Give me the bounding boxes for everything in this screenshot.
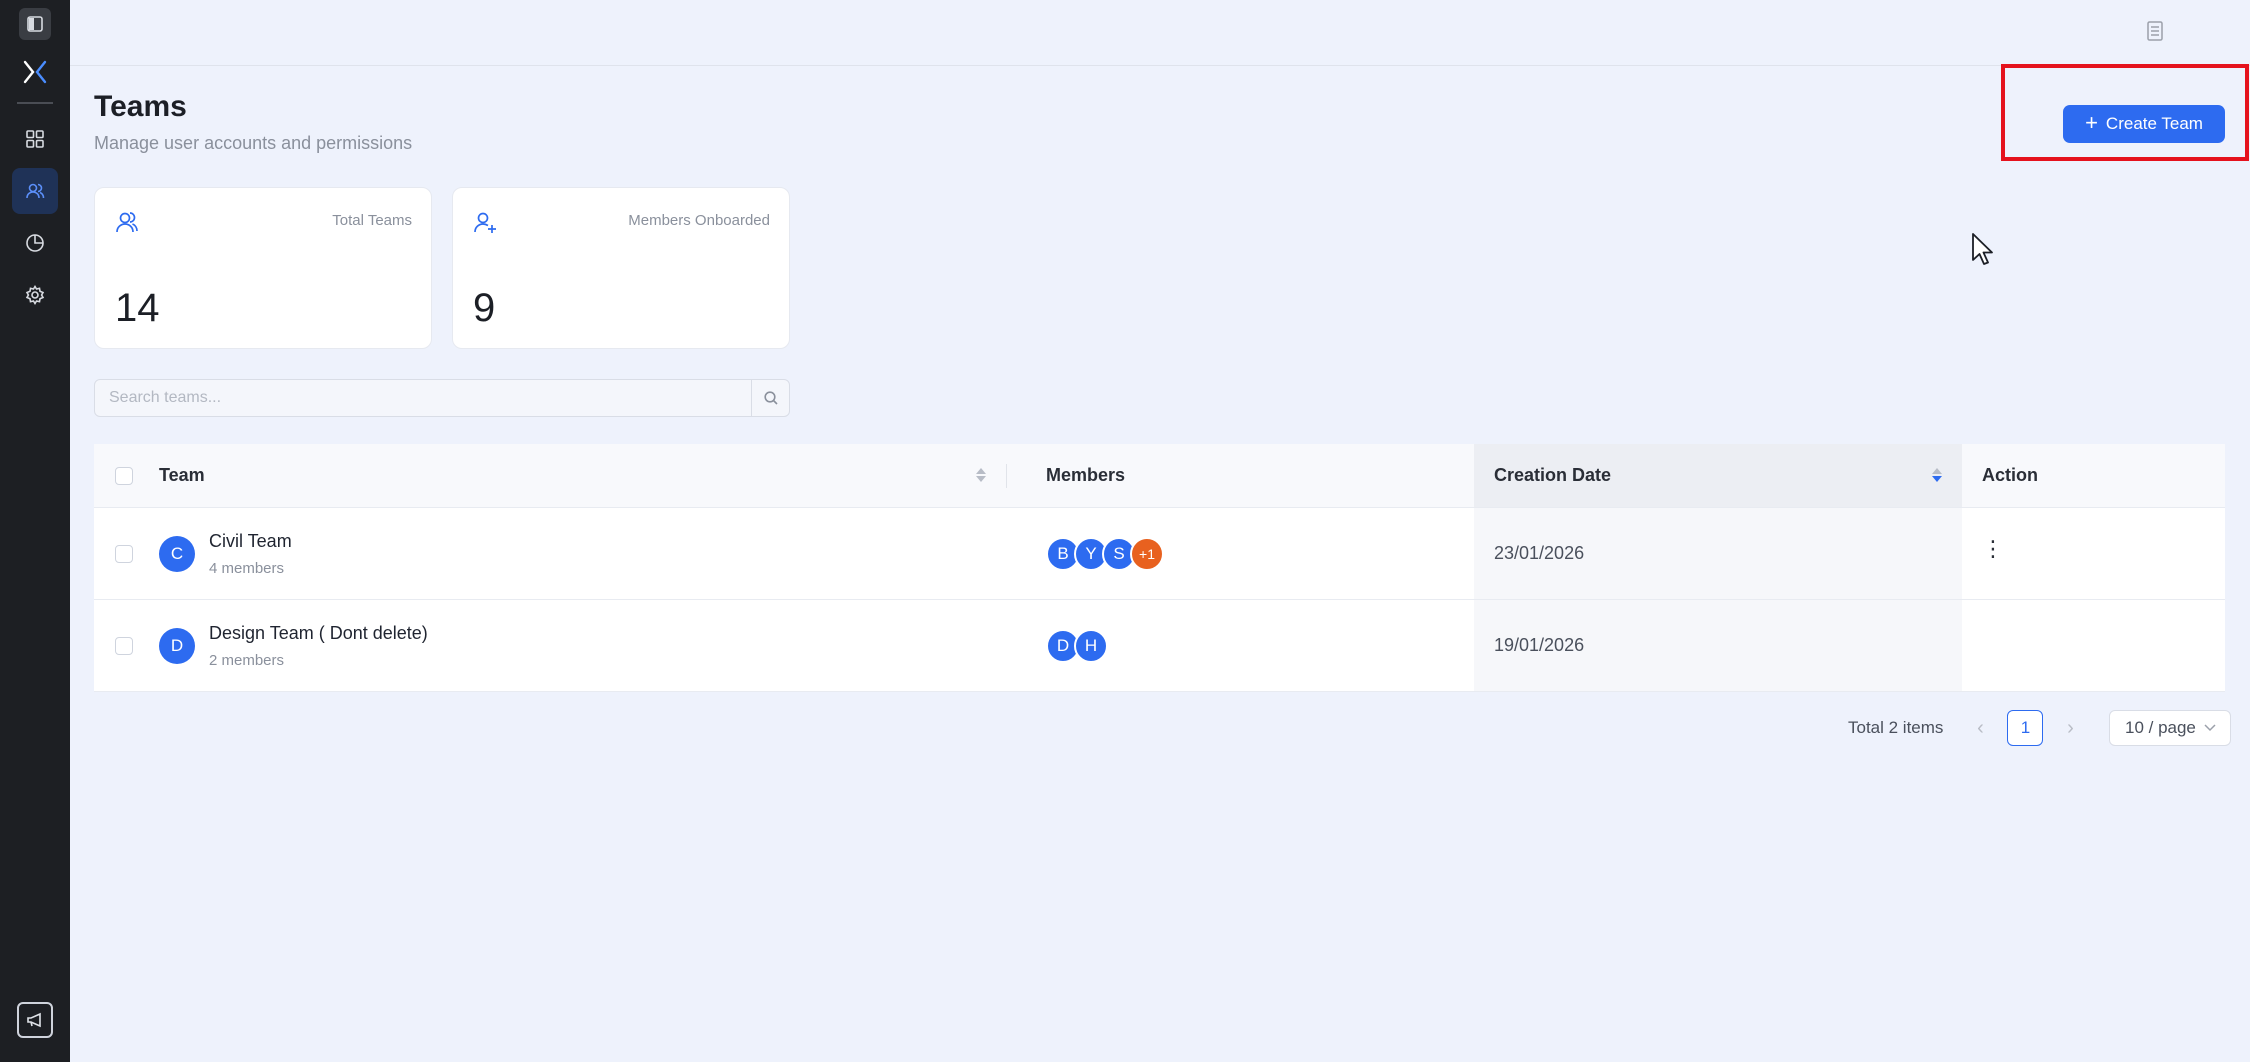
pie-chart-icon	[26, 234, 44, 252]
document-icon	[2147, 21, 2163, 41]
team-avatar: C	[159, 535, 195, 572]
table-header: Team Members Creation Date Action	[94, 444, 2225, 508]
table-row[interactable]: D Design Team ( Dont delete) 2 members D…	[94, 600, 2225, 692]
gear-icon	[25, 284, 45, 306]
mouse-cursor-icon	[1972, 233, 1993, 265]
stat-value: 9	[473, 286, 496, 330]
stat-card-total-teams: Total Teams 14	[94, 187, 432, 349]
topbar: H	[70, 0, 2250, 66]
column-separator	[1006, 464, 1007, 488]
creation-date: 19/01/2026	[1494, 635, 1585, 655]
column-team[interactable]: Team	[159, 444, 1099, 507]
stat-card-members-onboarded: Members Onboarded 9	[452, 187, 790, 349]
announcements-button[interactable]	[17, 1002, 53, 1038]
column-creation-date[interactable]: Creation Date	[1474, 444, 1962, 507]
stat-value: 14	[115, 286, 160, 330]
sidebar-item-analytics[interactable]	[12, 220, 58, 266]
prev-page-icon[interactable]: ‹	[1965, 713, 1995, 743]
creation-date-sort-icon[interactable]	[1932, 468, 1942, 482]
sidebar-divider	[17, 102, 53, 104]
search-button[interactable]	[751, 380, 789, 416]
table-row[interactable]: C Civil Team 4 members B Y S +1 23/01/20…	[94, 508, 2225, 600]
sidebar-item-teams[interactable]	[12, 168, 58, 214]
team-member-count: 2 members	[209, 651, 285, 669]
sidebar-toggle-button[interactable]	[19, 8, 51, 40]
page-size-select[interactable]: 10 / page	[2109, 710, 2232, 746]
team-avatar: D	[159, 627, 195, 664]
column-header-label: Members	[1046, 465, 1126, 485]
pagination: Total 2 items ‹ 1 › 10 / page	[1848, 710, 2232, 746]
column-header-label: Creation Date	[1494, 465, 1612, 485]
sidebar-toggle-icon	[27, 16, 43, 32]
pagination-total: Total 2 items	[1848, 718, 1944, 737]
highlight-box	[2001, 64, 2249, 161]
next-page-icon[interactable]: ›	[2055, 713, 2085, 743]
team-name[interactable]: Civil Team	[209, 531, 292, 552]
app-logo[interactable]	[22, 54, 48, 90]
search-icon	[763, 391, 778, 405]
creation-date: 23/01/2026	[1494, 543, 1585, 563]
team-sort-icon[interactable]	[976, 468, 986, 482]
select-all-checkbox[interactable]	[115, 466, 133, 485]
page-size-value: 10 / page	[2124, 718, 2196, 737]
search-input[interactable]	[95, 380, 753, 416]
team-member-count: 4 members	[209, 559, 285, 577]
search-bar	[94, 379, 790, 417]
stat-label: Members Onboarded	[628, 212, 770, 229]
teams-table: Team Members Creation Date Action C Civi…	[94, 444, 2225, 692]
stat-label: Total Teams	[332, 212, 412, 229]
more-members-badge[interactable]: +1	[1130, 536, 1164, 571]
sidebar	[0, 0, 70, 1062]
chevron-down-icon	[2204, 724, 2216, 732]
column-header-label: Action	[1982, 465, 2038, 485]
more-actions-icon[interactable]: ⋮	[1982, 536, 2004, 562]
user-plus-icon	[474, 212, 496, 233]
sidebar-item-settings[interactable]	[12, 272, 58, 318]
row-checkbox[interactable]	[115, 636, 133, 655]
page-number-button[interactable]: 1	[2007, 710, 2044, 746]
megaphone-icon	[27, 1012, 41, 1028]
users-icon	[26, 183, 45, 199]
row-checkbox[interactable]	[115, 544, 133, 563]
grid-icon	[26, 130, 44, 148]
team-name[interactable]: Design Team ( Dont delete)	[209, 623, 428, 644]
page-subtitle: Manage user accounts and permissions	[94, 133, 413, 153]
sidebar-item-dashboard[interactable]	[12, 116, 58, 162]
page-title: Teams	[94, 90, 187, 123]
member-avatar: H	[1074, 628, 1108, 663]
docs-button[interactable]	[2140, 16, 2170, 46]
column-header-label: Team	[159, 465, 205, 485]
column-action: Action	[1962, 444, 2225, 507]
logo-icon	[23, 60, 47, 84]
team-icon	[116, 212, 138, 233]
